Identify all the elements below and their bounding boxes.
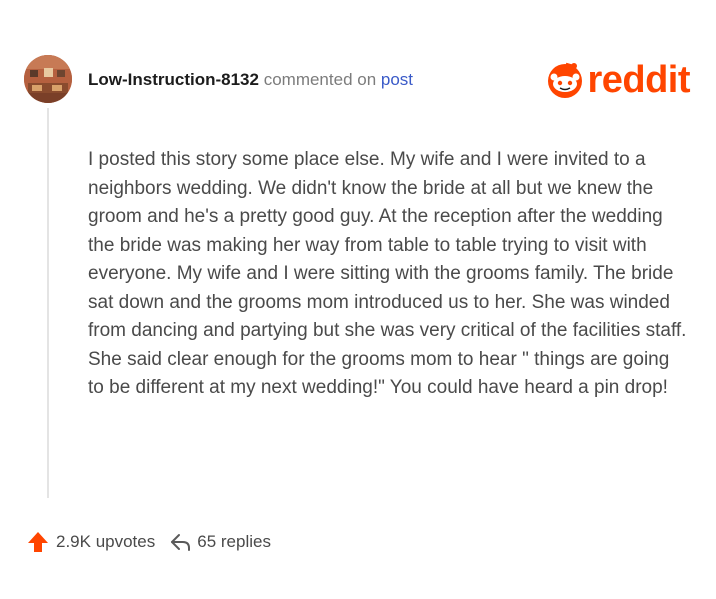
commented-on-text: commented on	[263, 70, 377, 89]
arrow-up-icon	[28, 532, 48, 552]
upvote-button[interactable]: 2.9K upvotes	[26, 530, 155, 554]
comment-actions: 2.9K upvotes 65 replies	[26, 530, 271, 554]
upvote-count: 2.9K upvotes	[56, 532, 156, 551]
replies-button[interactable]: 65 replies	[169, 530, 271, 554]
reply-count: 65 replies	[197, 532, 271, 551]
comment-header: Low-Instruction-8132 commented on post	[88, 70, 413, 90]
reply-arrow-icon	[171, 534, 191, 551]
comment-body: I posted this story some place else. My …	[88, 149, 687, 398]
thread-line[interactable]	[47, 108, 49, 498]
avatar-image	[24, 55, 72, 103]
avatar[interactable]	[24, 55, 72, 103]
reddit-logo: reddit	[545, 60, 690, 100]
reddit-snoo-icon	[548, 62, 583, 98]
reddit-wordmark: reddit	[587, 59, 690, 101]
post-link[interactable]: post	[381, 70, 413, 89]
username-link[interactable]: Low-Instruction-8132	[88, 70, 259, 89]
